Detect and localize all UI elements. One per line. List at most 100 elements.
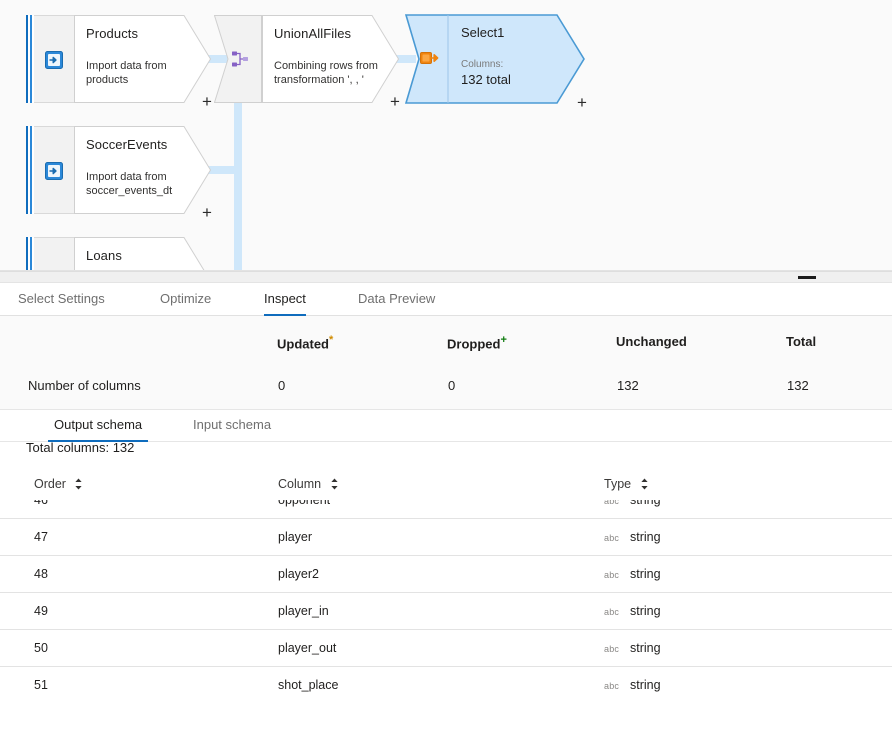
column-header-type-label: Type [604, 477, 632, 491]
inspect-screen: Products Import data from products + Uni… [0, 0, 892, 743]
stat-header-updated-label: Updated [277, 336, 329, 352]
panel-collapse-strip [0, 272, 892, 283]
node-body: UnionAllFiles Combining rows from transf… [262, 15, 400, 103]
node-accent-bars [26, 15, 34, 103]
canvas-node-unionallfiles[interactable]: UnionAllFiles Combining rows from transf… [214, 15, 400, 110]
cell-order: 51 [34, 678, 48, 692]
add-node-button[interactable]: + [577, 94, 587, 111]
total-columns-text: Total columns: 132 [26, 440, 135, 455]
cell-column: opponent [278, 500, 331, 507]
tab-data-preview[interactable]: Data Preview [358, 283, 435, 316]
node-subtitle: Import data from soccer_events_dt [86, 171, 173, 197]
tab-input-schema[interactable]: Input schema [193, 410, 271, 442]
stat-header-updated: Updated* [277, 334, 333, 351]
node-body: Loans [74, 237, 211, 272]
stat-value-total: 132 [787, 378, 809, 393]
updated-marker-icon: * [329, 334, 334, 346]
node-title: UnionAllFiles [274, 26, 352, 41]
string-type-icon: abc [604, 681, 620, 691]
table-row[interactable]: 48 player2 abc string [0, 556, 892, 593]
canvas-node-products[interactable]: Products Import data from products + [26, 15, 212, 110]
tab-output-schema[interactable]: Output schema [47, 410, 149, 442]
panel-tabbar: Select Settings Optimize Inspect Data Pr… [0, 283, 892, 316]
cell-order: 46 [34, 500, 48, 507]
node-subtitle: Combining rows from transformation ', , … [274, 60, 378, 86]
column-header-order[interactable]: Order [34, 477, 83, 491]
schema-table-body[interactable]: 46 opponent abc string 47 player abc string 48 pl… [0, 500, 892, 700]
column-header-order-label: Order [34, 477, 66, 491]
node-title: Select1 [461, 25, 505, 40]
table-row[interactable]: 46 opponent abc string [0, 500, 892, 519]
cell-order: 48 [34, 567, 48, 581]
cell-column: player2 [278, 567, 319, 581]
node-title: Loans [86, 248, 122, 263]
schema-table-header: Order Column Type [0, 472, 892, 500]
stat-value-unchanged: 132 [617, 378, 639, 393]
cell-order: 49 [34, 604, 48, 618]
cell-order: 50 [34, 641, 48, 655]
string-type-icon: abc [604, 570, 620, 580]
stat-value-dropped: 0 [448, 378, 456, 393]
details-panel: Select Settings Optimize Inspect Data Pr… [0, 272, 892, 743]
add-node-button[interactable]: + [202, 204, 212, 221]
canvas-node-soccerevents[interactable]: SoccerEvents Import data from soccer_eve… [26, 126, 212, 221]
string-type-icon: abc [604, 607, 620, 617]
table-row[interactable]: 47 player abc string [0, 519, 892, 556]
stat-value-updated: 0 [278, 378, 286, 393]
dataflow-canvas[interactable]: Products Import data from products + Uni… [0, 0, 892, 272]
sort-icon[interactable] [330, 478, 339, 490]
cell-type: string [630, 567, 661, 581]
cell-column: player_out [278, 641, 337, 655]
union-transform-icon [231, 50, 249, 68]
cell-type: string [630, 641, 661, 655]
import-source-icon [45, 162, 63, 180]
cell-type: string [630, 530, 661, 544]
node-icon-panel [34, 237, 74, 272]
node-body: Products Import data from products [74, 15, 211, 103]
stat-header-total: Total [786, 334, 817, 349]
cell-type: string [630, 604, 661, 618]
column-stats-header: Updated* Dropped+ Unchanged Total [0, 316, 892, 366]
canvas-node-select1[interactable]: Select1 Columns: 132 total + [405, 14, 590, 111]
string-type-icon: abc [604, 500, 620, 506]
sort-icon[interactable] [640, 478, 649, 490]
column-header-type[interactable]: Type [604, 477, 649, 491]
column-header-column-label: Column [278, 477, 322, 491]
canvas-node-loans[interactable]: Loans [26, 237, 211, 272]
string-type-icon: abc [604, 644, 620, 654]
add-node-button[interactable]: + [390, 93, 400, 110]
dropped-marker-icon: + [500, 334, 507, 346]
tab-optimize[interactable]: Optimize [160, 283, 211, 316]
cell-column: player [278, 530, 313, 544]
collapse-panel-icon[interactable] [798, 276, 816, 279]
node-columns-value: 132 total [461, 72, 511, 87]
node-accent-bars [26, 237, 34, 272]
node-accent-bars [26, 126, 34, 214]
column-stats-row: Number of columns 0 0 132 132 [0, 366, 892, 410]
column-header-column[interactable]: Column [278, 477, 339, 491]
cell-type: string [630, 500, 661, 507]
stat-header-unchanged: Unchanged [616, 334, 687, 349]
table-row[interactable]: 51 shot_place abc string [0, 667, 892, 700]
node-body: SoccerEvents Import data from soccer_eve… [74, 126, 211, 214]
stat-row-label: Number of columns [28, 378, 141, 393]
sort-icon[interactable] [74, 478, 83, 490]
cell-column: player_in [278, 604, 329, 618]
tab-select-settings[interactable]: Select Settings [18, 283, 105, 316]
table-row[interactable]: 49 player_in abc string [0, 593, 892, 630]
cell-type: string [630, 678, 661, 692]
table-row[interactable]: 50 player_out abc string [0, 630, 892, 667]
pipe-union-trunk [234, 100, 242, 272]
cell-column: shot_place [278, 678, 339, 692]
add-node-button[interactable]: + [202, 93, 212, 110]
node-title: SoccerEvents [86, 137, 168, 152]
cell-order: 47 [34, 530, 48, 544]
select-transform-icon [420, 50, 439, 68]
stat-header-dropped: Dropped+ [447, 334, 507, 351]
node-subtitle: Import data from products [86, 60, 167, 86]
string-type-icon: abc [604, 533, 620, 543]
tab-inspect[interactable]: Inspect [264, 283, 306, 316]
node-icon-panel [34, 126, 74, 214]
schema-tabbar: Output schema Input schema [0, 410, 892, 442]
node-columns-label: Columns: [461, 59, 504, 70]
